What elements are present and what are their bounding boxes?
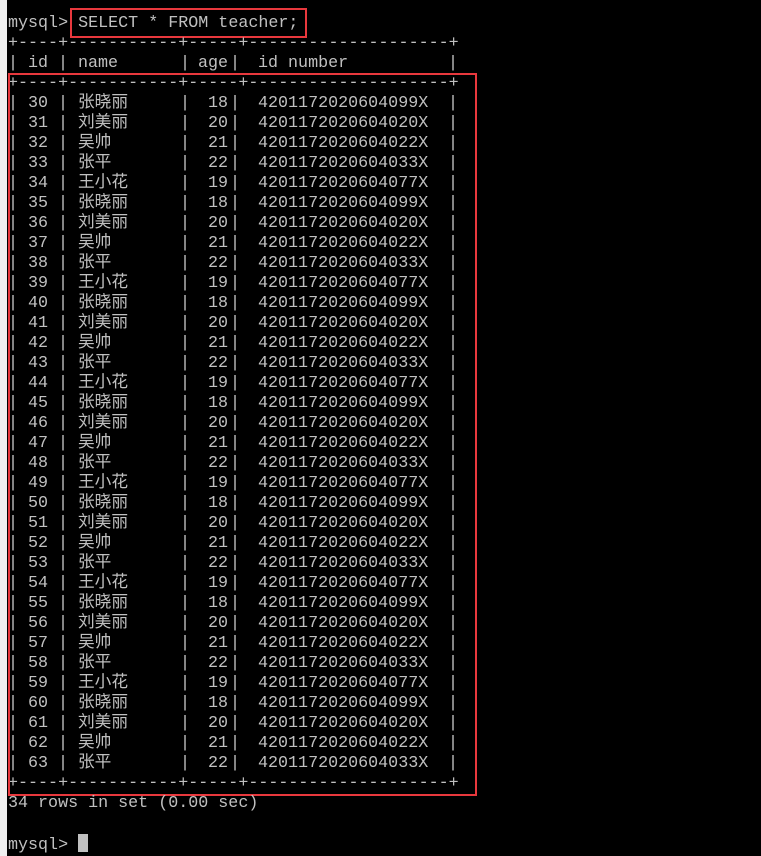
age-cell: age (198, 54, 229, 73)
cursor (78, 834, 89, 852)
id-cell: id (28, 54, 49, 73)
prompt: mysql> (8, 836, 69, 855)
column-separator: | (230, 54, 241, 73)
result-summary: 34 rows in set (0.00 sec) (8, 794, 259, 813)
column-separator: | (8, 54, 19, 73)
input-line[interactable]: mysql> (8, 834, 89, 855)
table-border-top: +----+-----------+-----+----------------… (8, 34, 459, 53)
column-separator: | (448, 54, 459, 73)
id-number-cell: id number (258, 54, 349, 73)
table-header: | | | | | id name age id number (0, 54, 480, 74)
column-separator: | (180, 54, 191, 73)
name-cell: name (78, 54, 119, 73)
result-highlight (8, 73, 477, 796)
column-separator: | (58, 54, 69, 73)
prompt: mysql> (8, 14, 69, 33)
